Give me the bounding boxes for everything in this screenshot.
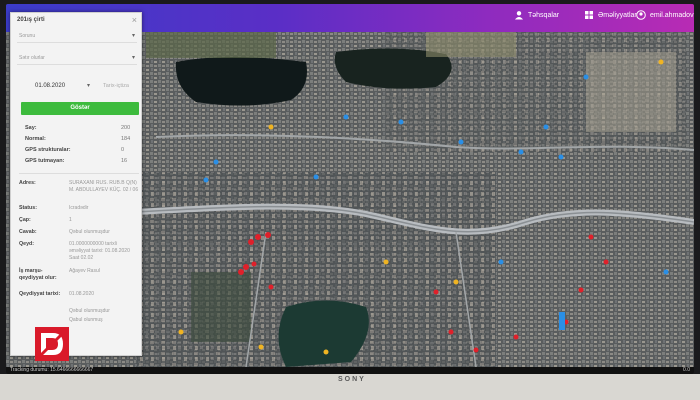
detail-label: Adres: [19, 180, 36, 186]
detail-label: Qeydiyyat tarixi: [19, 291, 61, 297]
users-icon [515, 11, 523, 20]
tv-frame: Təhsqalar Əməliyyatlar emil.ahmadov 201ı… [0, 0, 700, 400]
detail-value: 01.0000000000 tarixli əməliyyat tarixi: … [69, 241, 130, 261]
filter-panel: 201ış çirti × Sorunu ▾ Sətır olurlar ▾ 0… [10, 12, 142, 361]
select-label: Sətır olurlar [19, 55, 45, 61]
panel-title: 201ış çirti [17, 17, 45, 23]
stat-label: Normal: [25, 136, 46, 142]
detail-value: Qabul olunmuş [69, 317, 103, 323]
channel-logo [35, 327, 69, 361]
lake-north [175, 57, 307, 106]
grid-icon [585, 11, 593, 19]
nav-item-user[interactable]: emil.ahmadov [636, 10, 694, 20]
nav-item-label: emil.ahmadov [650, 11, 694, 19]
stat-label: GPS tutmayan: [25, 158, 65, 164]
detail-value: Icradədir [69, 205, 89, 211]
chevron-down-icon: ▾ [131, 33, 135, 39]
status-text: Tracking durumu: 15.6466666666667 [10, 367, 94, 373]
nav-item-operations[interactable]: Əməliyyatlar [584, 10, 637, 20]
detail-label: Qeyd: [19, 241, 35, 247]
detail-value: Qəbul olunmuşdur [69, 229, 110, 235]
detail-value: SURAXANI RUS. RUB.B Q(N) M. ABDULLAYEV K… [69, 180, 139, 193]
date-range: 01.08.2020 ▾ Tarix-içtiza [17, 81, 137, 93]
chevron-down-icon: ▾ [131, 55, 135, 61]
detail-value: 1 [69, 217, 72, 223]
status-bar: Tracking durumu: 15.6466666666667 0.0 [6, 367, 694, 374]
problem-select[interactable]: Sorunu ▾ [17, 29, 137, 43]
user-icon [636, 10, 646, 20]
date-to-input[interactable]: Tarix-içtiza [103, 83, 129, 89]
detail-value: Qəbul olunmuşdur [69, 308, 110, 314]
show-button[interactable]: Göstər [21, 102, 139, 115]
chevron-down-icon: ▾ [87, 83, 91, 89]
detail-label: İş marşu-qeydiyyat olur: [19, 268, 57, 281]
stat-value: 200 [121, 125, 131, 131]
detail-label: Çap: [19, 217, 31, 223]
detail-value: Ağayev Rasul [69, 268, 100, 274]
detail-label: Cavab: [19, 229, 37, 235]
detail-value: 01.08.2020 [69, 291, 95, 297]
detail-label: Status: [19, 205, 37, 211]
tv-brand-logo: SONY [338, 376, 366, 383]
date-from-input[interactable]: 01.08.2020 [35, 83, 65, 89]
status-zoom: 0.0 [683, 367, 690, 373]
nav-item-users[interactable]: Təhsqalar [514, 10, 559, 20]
stat-label: Say: [25, 125, 37, 131]
screen: Təhsqalar Əməliyyatlar emil.ahmadov 201ı… [6, 4, 694, 374]
stat-value: 16 [121, 158, 128, 164]
nav-item-label: Əməliyyatlar [598, 11, 637, 19]
source-select[interactable]: Sətır olurlar ▾ [17, 51, 137, 65]
stat-value: 184 [121, 136, 131, 142]
close-icon[interactable]: × [132, 15, 137, 25]
stat-label: GPS strukturalar: [25, 147, 71, 153]
stat-value: 0 [121, 147, 125, 153]
nav-item-label: Təhsqalar [528, 11, 560, 19]
divider [19, 173, 139, 174]
select-label: Sorunu [19, 33, 36, 39]
